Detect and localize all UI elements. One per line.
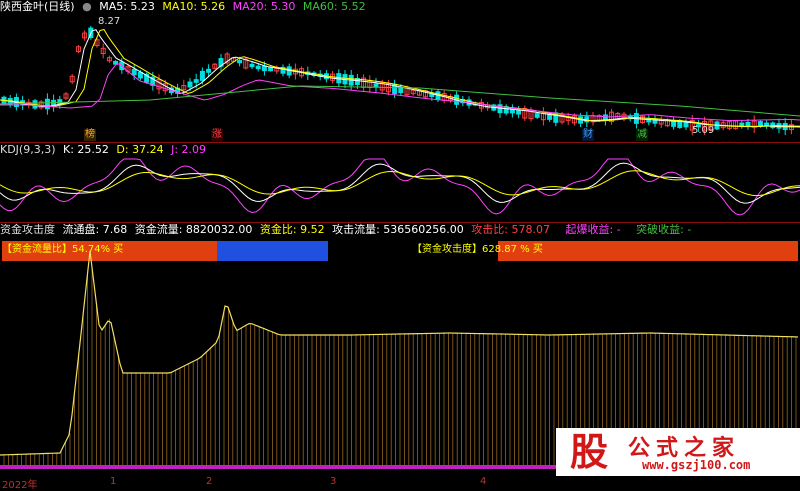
candle-body	[516, 109, 522, 115]
kdj-title: KDJ(9,3,3)	[0, 143, 56, 156]
price-header: 陕西金叶(日线) ● MA5: 5.23 MA10: 5.26 MA20: 5.…	[0, 0, 370, 14]
attack-ratio-label: 攻击比: 578.07	[471, 223, 550, 236]
candle-body	[44, 98, 50, 110]
ma60-label: MA60: 5.52	[302, 0, 366, 13]
attack-bar	[498, 241, 798, 261]
ltp-label: 流通盘: 7.68	[62, 223, 128, 236]
axis-month-label: 2	[206, 476, 213, 487]
candle-body	[255, 65, 261, 70]
attack-flow-label: 攻击流量: 536560256.00	[332, 223, 464, 236]
kdj-d-label: D: 37.24	[116, 143, 164, 156]
ma5-line	[0, 29, 800, 128]
ma10-line	[0, 28, 800, 128]
candle-body	[237, 60, 243, 64]
candle-body	[268, 66, 274, 72]
ma5-label: MA5: 5.23	[99, 0, 155, 13]
attack-legend: 【资金攻击度】628.87 % 买	[412, 244, 543, 255]
candle-body	[131, 68, 137, 76]
candle-body	[113, 60, 119, 65]
high-price-label: 8.27	[98, 16, 121, 27]
candle-body	[249, 63, 255, 68]
ma20-label: MA20: 5.30	[232, 0, 296, 13]
axis-year-label: 2022年	[2, 480, 38, 491]
candle-body	[534, 113, 540, 118]
ma10-label: MA10: 5.26	[162, 0, 226, 13]
ratio-label: 资金比: 9.52	[259, 223, 325, 236]
stock-title: 陕西金叶(日线)	[0, 0, 75, 13]
candle-body	[683, 121, 689, 128]
flow-ratio-bar-blue	[217, 241, 328, 261]
axis-month-label: 4	[480, 476, 487, 487]
watermark-logo: 股 公式之家 www.gszj100.com	[556, 428, 800, 476]
flow-label: 资金流量: 8820032.00	[134, 223, 253, 236]
time-axis[interactable]: 2022年 1 2 3 4	[0, 476, 800, 491]
candle-body	[193, 79, 199, 83]
event-marker-zhang[interactable]: 涨	[211, 129, 223, 141]
axis-month-label: 1	[110, 476, 117, 487]
event-marker-cai[interactable]: 财	[582, 129, 594, 141]
event-marker-bang[interactable]: 榜	[84, 129, 96, 141]
candle-body	[745, 121, 751, 127]
burst-label: 起爆收益: -	[565, 223, 621, 236]
flow-header: 资金攻击度 流通盘: 7.68 资金流量: 8820032.00 资金比: 9.…	[0, 223, 695, 237]
candle-body	[199, 70, 205, 81]
watermark-url: www.gszj100.com	[642, 458, 751, 472]
candle-body	[261, 65, 267, 72]
candle-body	[373, 83, 379, 88]
kdj-header: KDJ(9,3,3) K: 25.52 D: 37.24 J: 2.09	[0, 143, 210, 157]
kdj-j-line	[0, 158, 800, 216]
kdj-k-line	[0, 162, 800, 204]
low-price-label: 5.09	[692, 125, 715, 136]
break-label: 突破收益: -	[636, 223, 692, 236]
kdj-pane[interactable]: KDJ(9,3,3) K: 25.52 D: 37.24 J: 2.09	[0, 143, 800, 222]
candle-body	[739, 122, 745, 127]
event-marker-jian[interactable]: 减	[636, 129, 648, 141]
candle-body	[137, 71, 143, 79]
price-pane[interactable]: 陕西金叶(日线) ● MA5: 5.23 MA10: 5.26 MA20: 5.…	[0, 0, 800, 142]
axis-month-label: 3	[330, 476, 337, 487]
candle-body	[187, 81, 193, 88]
kdj-k-label: K: 25.52	[63, 143, 109, 156]
candle-body	[547, 114, 553, 120]
candle-body	[206, 68, 212, 73]
candle-body	[602, 114, 608, 121]
flow-line	[0, 250, 799, 456]
watermark-glyph: 股	[569, 429, 608, 474]
candle-body	[398, 87, 404, 94]
ma-settings-icon[interactable]: ●	[82, 0, 92, 13]
kdj-j-label: J: 2.09	[171, 143, 207, 156]
flow-ratio-legend: 【资金流量比】54.74% 买	[2, 244, 124, 255]
flow-title: 资金攻击度	[0, 223, 55, 236]
